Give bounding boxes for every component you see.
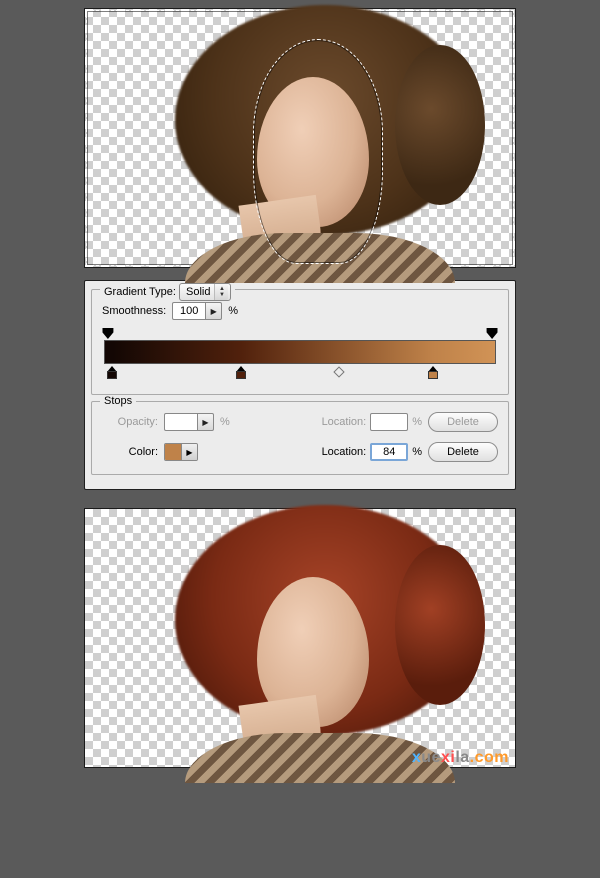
gradient-ramp bbox=[104, 328, 496, 388]
opacity-unit: % bbox=[220, 416, 230, 428]
opacity-location-label: Location: bbox=[322, 416, 367, 428]
smoothness-stepper[interactable]: ▶ bbox=[172, 302, 222, 320]
color-stop-track[interactable] bbox=[104, 366, 496, 382]
opacity-stop[interactable] bbox=[487, 328, 498, 339]
stops-group: Stops Opacity: ▶ % Location: % Delete Co… bbox=[91, 401, 509, 475]
smoothness-input[interactable] bbox=[172, 302, 206, 320]
gradient-header-area: Gradient Type: Solid ▲▼ bbox=[100, 283, 235, 301]
portrait-after bbox=[165, 515, 465, 767]
color-swatch-fill bbox=[165, 444, 181, 460]
gradient-type-group: Gradient Type: Solid ▲▼ Smoothness: ▶ % bbox=[91, 289, 509, 395]
opacity-input bbox=[164, 413, 198, 431]
color-swatch-step-button[interactable]: ▶ bbox=[181, 444, 197, 460]
color-swatch[interactable]: ▶ bbox=[164, 443, 198, 461]
smoothness-step-button[interactable]: ▶ bbox=[206, 302, 222, 320]
color-location-label: Location: bbox=[322, 446, 367, 458]
smoothness-label: Smoothness: bbox=[102, 305, 166, 317]
delete-color-stop-button[interactable]: Delete bbox=[428, 442, 498, 462]
color-stop-selected[interactable] bbox=[427, 366, 439, 379]
midpoint-handle[interactable] bbox=[334, 366, 345, 377]
delete-opacity-stop-button: Delete bbox=[428, 412, 498, 432]
opacity-label: Opacity: bbox=[102, 416, 158, 428]
stops-legend: Stops bbox=[100, 395, 136, 407]
gradient-editor-panel: Gradient Type: Solid ▲▼ Smoothness: ▶ % bbox=[84, 280, 516, 490]
gradient-type-value: Solid bbox=[186, 286, 210, 298]
watermark: xuexila.com bbox=[412, 749, 509, 767]
color-stop[interactable] bbox=[106, 366, 118, 379]
color-location-unit: % bbox=[412, 446, 422, 458]
color-row: Color: ▶ Location: % Delete bbox=[102, 442, 498, 462]
opacity-location-input bbox=[370, 413, 408, 431]
canvas-before[interactable] bbox=[84, 8, 516, 268]
color-stop-swatch bbox=[236, 371, 246, 379]
portrait-before bbox=[165, 15, 465, 267]
gradient-type-label: Gradient Type: bbox=[104, 286, 176, 298]
hair-lock bbox=[395, 545, 485, 705]
gradient-type-select[interactable]: Solid ▲▼ bbox=[179, 283, 231, 301]
body bbox=[185, 233, 455, 283]
color-label: Color: bbox=[102, 446, 158, 458]
gradient-bar[interactable] bbox=[104, 340, 496, 364]
canvas-after[interactable]: xuexila.com bbox=[84, 508, 516, 768]
color-stop-swatch bbox=[107, 371, 117, 379]
color-stop-swatch bbox=[428, 371, 438, 379]
opacity-stepper: ▶ bbox=[164, 413, 214, 431]
opacity-step-button: ▶ bbox=[198, 413, 214, 431]
smoothness-unit: % bbox=[228, 305, 238, 317]
opacity-stop-track[interactable] bbox=[104, 328, 496, 338]
opacity-stop[interactable] bbox=[102, 328, 113, 339]
hair-lock bbox=[395, 45, 485, 205]
opacity-row: Opacity: ▶ % Location: % Delete bbox=[102, 412, 498, 432]
color-location-input[interactable] bbox=[370, 443, 408, 461]
color-stop[interactable] bbox=[235, 366, 247, 379]
chevron-updown-icon: ▲▼ bbox=[214, 284, 228, 300]
opacity-location-unit: % bbox=[412, 416, 422, 428]
